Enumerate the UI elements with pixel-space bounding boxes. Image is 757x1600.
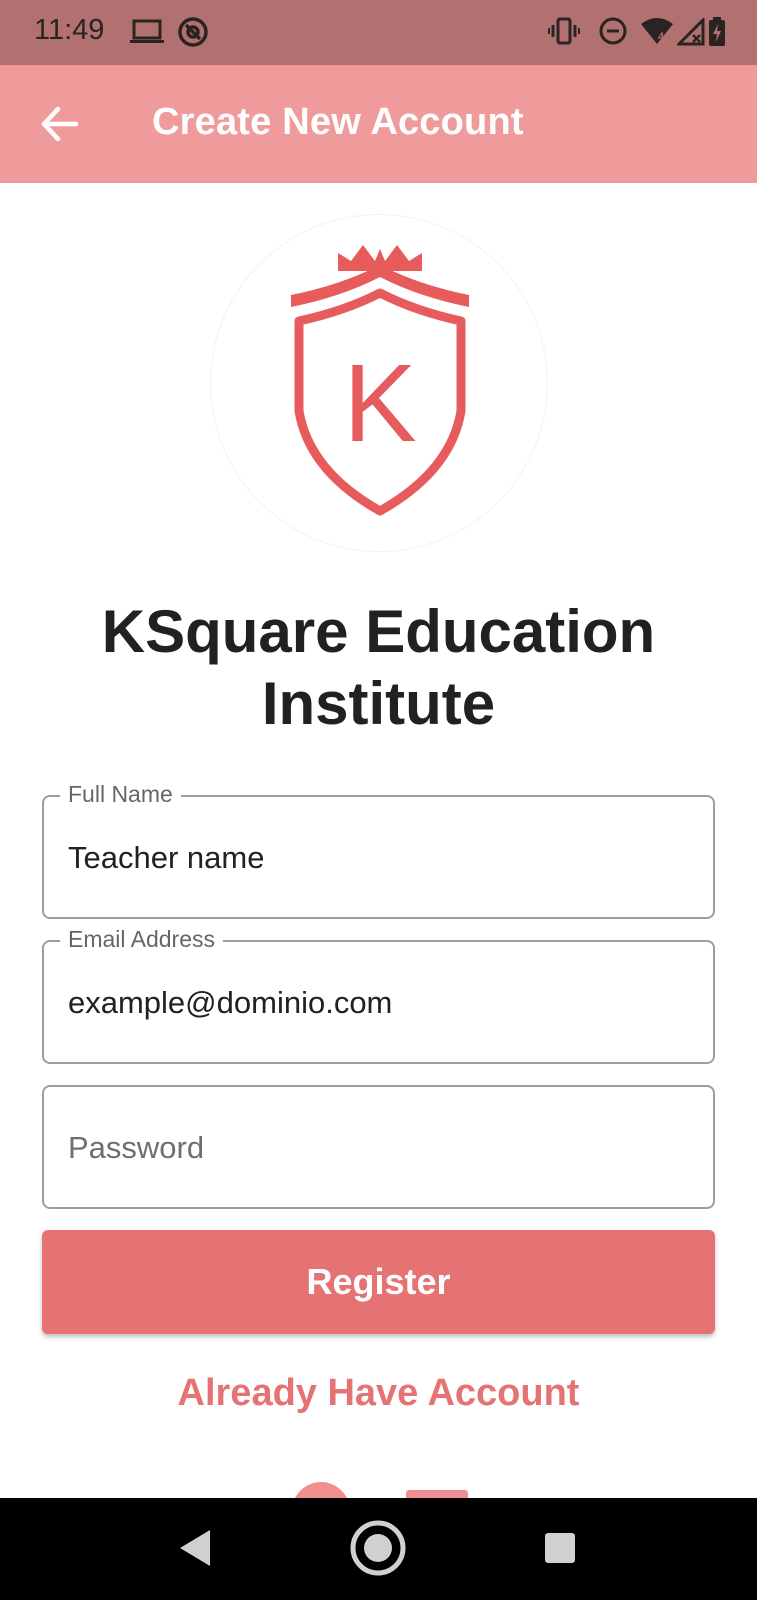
already-have-account-link[interactable]: Already Have Account <box>0 1372 757 1415</box>
nav-bar <box>0 1498 757 1600</box>
logo-avatar: K <box>210 214 548 552</box>
password-input[interactable] <box>68 1123 688 1173</box>
screen: 11:49 4 Create New Account K KSquare Edu… <box>0 0 757 1600</box>
full-name-field: Full Name <box>42 781 715 919</box>
password-field <box>42 1085 715 1209</box>
register-button[interactable]: Register <box>42 1230 715 1334</box>
email-input[interactable] <box>68 978 688 1028</box>
status-time: 11:49 <box>34 14 105 46</box>
app-bar: Create New Account <box>0 65 757 183</box>
vibrate-icon <box>548 17 580 45</box>
crown-shield-icon: K <box>291 245 469 516</box>
email-field: Email Address <box>42 926 715 1064</box>
nav-back-icon[interactable] <box>178 1528 212 1568</box>
logo-letter: K <box>343 342 416 465</box>
wifi-badge: 4 <box>658 31 665 43</box>
email-label: Email Address <box>60 926 224 953</box>
full-name-label: Full Name <box>60 781 181 808</box>
full-name-input[interactable] <box>68 833 688 883</box>
page-title: Create New Account <box>152 101 524 143</box>
nav-recents-icon[interactable] <box>544 1532 576 1564</box>
wifi-icon: 4 <box>641 18 673 44</box>
signal-icon <box>677 18 705 46</box>
laptop-icon <box>130 19 164 43</box>
do-not-disturb-icon <box>599 17 627 45</box>
institute-name: KSquare Education Institute <box>101 598 656 737</box>
status-bar: 11:49 4 <box>0 0 757 65</box>
back-button[interactable] <box>30 94 90 154</box>
at-sign-icon <box>178 17 208 47</box>
nav-home-icon[interactable] <box>349 1519 407 1577</box>
arrow-left-icon <box>41 106 79 142</box>
battery-icon <box>709 17 725 46</box>
